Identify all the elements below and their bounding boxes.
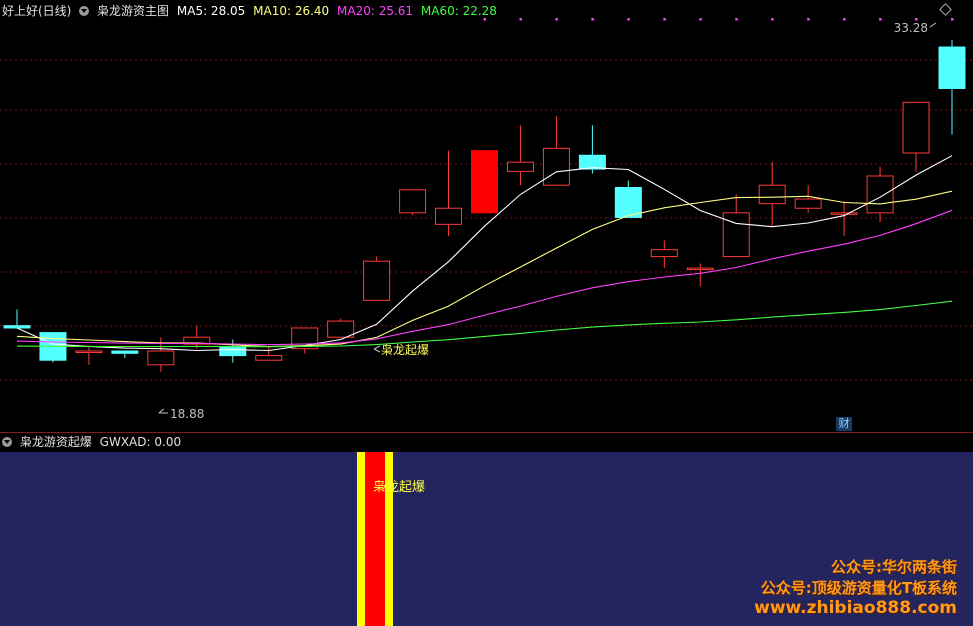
candlestick-chart[interactable]: 33.28 18.88 枭龙起爆	[0, 0, 973, 432]
candle-body-19	[686, 267, 714, 271]
signal-dot-21	[771, 18, 774, 21]
candle-body-9	[327, 320, 355, 338]
sub-indicator-name[interactable]: 枭龙游资起爆	[20, 435, 92, 449]
min-price-arrow-head	[158, 408, 165, 414]
signal-dot-23	[843, 18, 846, 21]
top-dot-row	[483, 18, 954, 21]
signal-dot-14	[519, 18, 522, 21]
signal-dot-24	[879, 18, 882, 21]
candle-body-13	[471, 150, 498, 214]
signal-dot-16	[591, 18, 594, 21]
signal-dot-20	[735, 18, 738, 21]
candle-body-15	[542, 147, 570, 186]
finance-badge[interactable]: 财	[836, 417, 853, 431]
candle-body-12	[435, 207, 463, 225]
signal-dot-13	[483, 18, 486, 21]
ma10-line	[16, 190, 953, 348]
candle-body-21	[758, 184, 786, 205]
gwxad-value-label: GWXAD: 0.00	[99, 435, 182, 449]
min-price-label: 18.88	[170, 407, 204, 421]
candle-body-23	[830, 212, 858, 215]
signal-dot-22	[807, 18, 810, 21]
watermark-line1: 公众号:华尔两条街	[831, 558, 957, 576]
stock-chart-window: 好上好(日线) 枭龙游资主图 MA5: 28.05 MA10: 26.40 MA…	[0, 0, 973, 626]
watermark-line2: 公众号:顶级游资量化T板系统	[760, 579, 957, 597]
candle-body-20	[722, 212, 750, 258]
ma20-line	[16, 209, 953, 346]
candle-body-0	[3, 325, 31, 329]
ma60-line	[16, 300, 953, 348]
candle-body-25	[902, 101, 930, 154]
candle-body-2	[75, 350, 103, 354]
signal-arrow	[373, 345, 381, 350]
signal-dot-26	[951, 18, 954, 21]
watermark-line3[interactable]: www.zhibiao888.com	[754, 598, 957, 618]
candle-body-26	[938, 46, 966, 89]
candle-body-7	[255, 355, 283, 361]
candle-body-10	[363, 260, 391, 301]
sub-indicator-panel[interactable]: 枭龙起爆 公众号:华尔两条街 公众号:顶级游资量化T板系统 www.zhibia…	[0, 452, 973, 626]
candle-body-24	[866, 175, 894, 214]
candle-body-6	[219, 345, 247, 357]
signal-label: 枭龙起爆	[381, 342, 429, 357]
signal-dot-17	[627, 18, 630, 21]
sub-signal-label: 枭龙起爆	[373, 480, 426, 495]
sub-panel-header: 枭龙游资起爆 GWXAD: 0.00	[2, 433, 185, 451]
signal-dot-15	[555, 18, 558, 21]
candle-body-3	[111, 350, 139, 354]
grid-lines	[0, 59, 973, 381]
candle-body-4	[147, 350, 175, 366]
candle-series	[3, 40, 966, 372]
candle-body-22	[794, 198, 822, 209]
max-price-arrow	[929, 22, 937, 28]
signal-arrow-head	[373, 348, 381, 353]
candle-body-11	[399, 189, 427, 214]
signal-dot-19	[699, 18, 702, 21]
candle-body-17	[614, 187, 642, 218]
sub-indicator-menu-icon[interactable]	[2, 437, 12, 447]
candle-body-18	[650, 249, 678, 258]
signal-dot-18	[663, 18, 666, 21]
candle-body-16	[578, 154, 606, 170]
candle-body-14	[506, 161, 534, 172]
max-price-label: 33.28	[894, 21, 928, 35]
